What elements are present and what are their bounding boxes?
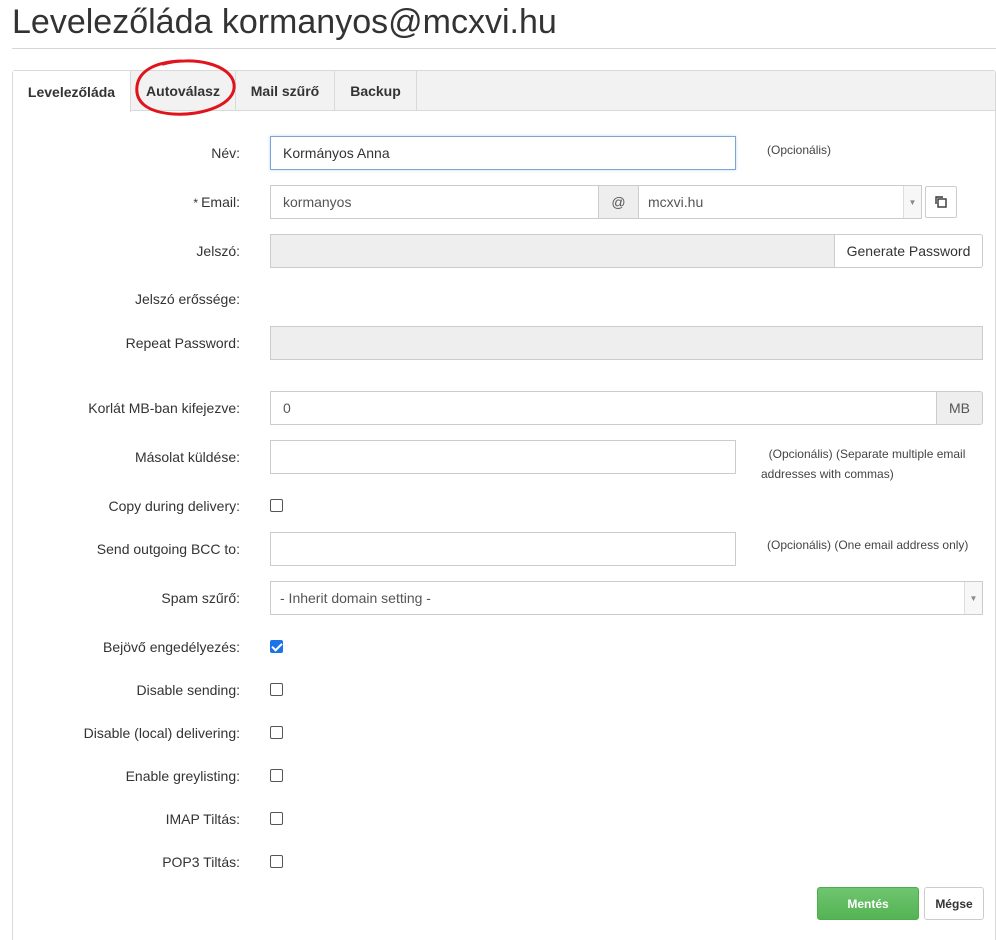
chevron-down-icon: ▼ <box>964 582 982 614</box>
copy-to-input[interactable] <box>270 440 736 474</box>
copy-to-hint-line1: (Opcionális) (Separate multiple email <box>768 447 966 461</box>
pop3-checkbox[interactable] <box>270 855 283 868</box>
email-label-text: Email: <box>201 194 240 210</box>
copy-during-label: Copy during delivery: <box>108 498 240 514</box>
chevron-down-icon: ▼ <box>903 186 921 218</box>
incoming-checkbox[interactable] <box>270 640 283 653</box>
tab-bar: Levelezőláda Autoválasz Mail szűrő Backu… <box>13 71 995 112</box>
page-title: Levelezőláda kormanyos@mcxvi.hu <box>12 3 557 41</box>
tab-autoreply[interactable]: Autoválasz <box>131 71 236 111</box>
copy-icon <box>935 196 947 208</box>
greylisting-checkbox[interactable] <box>270 769 283 782</box>
quota-label: Korlát MB-ban kifejezve: <box>88 400 240 416</box>
password-label: Jelszó: <box>196 243 240 259</box>
at-sign-addon: @ <box>598 185 639 219</box>
name-hint: (Opcionális) <box>767 143 832 157</box>
password-input <box>270 234 836 268</box>
imap-label: IMAP Tiltás: <box>165 811 240 827</box>
generate-password-button[interactable]: Generate Password <box>834 234 983 268</box>
title-divider <box>12 48 996 49</box>
required-mark: * <box>193 196 199 210</box>
name-input[interactable]: Kormányos Anna <box>270 136 736 170</box>
spam-filter-select[interactable]: - Inherit domain setting - ▼ <box>270 581 983 615</box>
page: Levelezőláda kormanyos@mcxvi.hu Levelező… <box>0 0 996 940</box>
copy-email-button[interactable] <box>925 186 957 218</box>
email-local-input[interactable]: kormanyos <box>270 185 599 219</box>
incoming-label: Bejövő engedélyezés: <box>103 639 240 655</box>
copy-to-hint: (Opcionális) (Separate multiple email ad… <box>761 444 973 484</box>
email-domain-select[interactable]: mcxvi.hu ▼ <box>638 185 922 219</box>
quota-unit-addon: MB <box>936 391 983 425</box>
disable-sending-checkbox[interactable] <box>270 683 283 696</box>
copy-to-label: Másolat küldése: <box>134 449 240 465</box>
password-strength-label: Jelszó erőssége: <box>134 291 240 307</box>
repeat-password-input <box>270 326 983 360</box>
name-label: Név: <box>211 145 240 161</box>
disable-sending-label: Disable sending: <box>136 682 240 698</box>
pop3-label: POP3 Tiltás: <box>162 854 240 870</box>
disable-local-checkbox[interactable] <box>270 726 283 739</box>
tab-mailbox[interactable]: Levelezőláda <box>13 71 131 112</box>
disable-local-label: Disable (local) delivering: <box>83 725 240 741</box>
email-label: * Email: <box>193 194 240 210</box>
tab-backup[interactable]: Backup <box>335 71 417 111</box>
bcc-input[interactable] <box>270 532 736 566</box>
bcc-label: Send outgoing BCC to: <box>96 541 240 557</box>
repeat-password-label: Repeat Password: <box>125 335 240 351</box>
cancel-button[interactable]: Mégse <box>924 887 984 920</box>
imap-checkbox[interactable] <box>270 812 283 825</box>
bcc-hint: (Opcionális) (One email address only) <box>767 538 969 552</box>
quota-input[interactable]: 0 <box>270 391 938 425</box>
tab-mail-filter[interactable]: Mail szűrő <box>236 71 335 111</box>
copy-during-checkbox[interactable] <box>270 499 283 512</box>
email-domain-value: mcxvi.hu <box>648 194 704 210</box>
greylisting-label: Enable greylisting: <box>125 768 240 784</box>
copy-to-hint-line2: addresses with commas) <box>761 467 894 481</box>
save-button[interactable]: Mentés <box>817 887 919 920</box>
spam-filter-value: - Inherit domain setting - <box>280 590 431 606</box>
spam-label: Spam szűrő: <box>161 590 240 606</box>
